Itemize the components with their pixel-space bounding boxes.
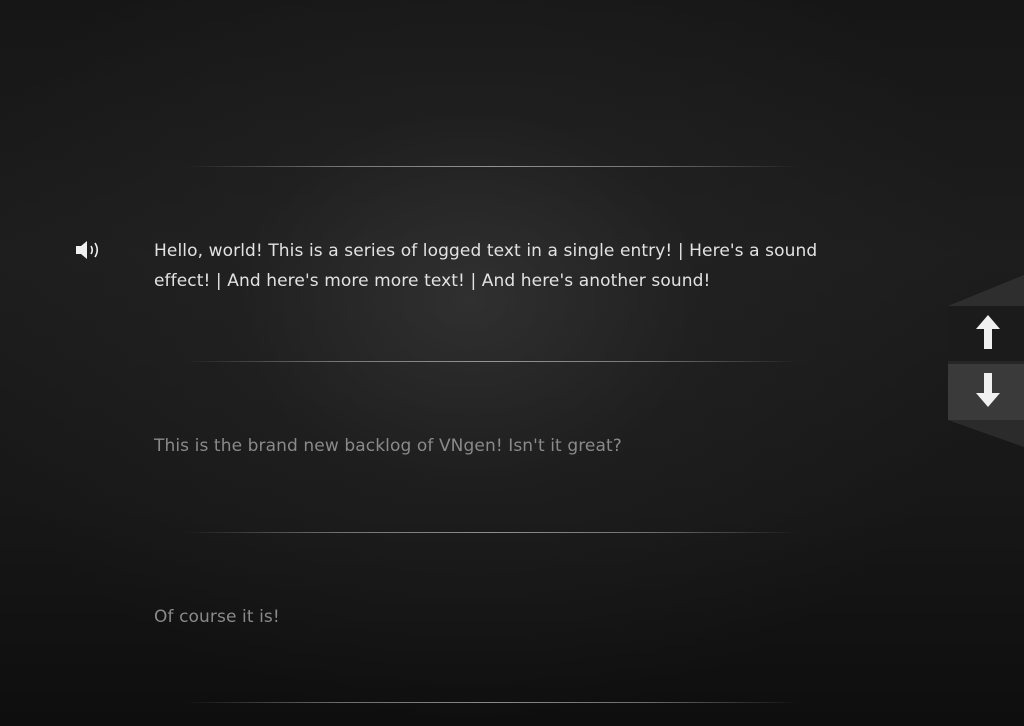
backlog-entry-text: Hello, world! This is a series of logged…	[154, 241, 818, 291]
backlog-entry-text: Of course it is!	[154, 607, 280, 627]
backlog-entry-text: This is the brand new backlog of VNgen! …	[154, 436, 622, 456]
speaker-icon[interactable]	[74, 239, 104, 261]
arrow-up-icon	[976, 315, 1000, 349]
entry-divider	[185, 702, 800, 703]
scroll-up-button[interactable]	[948, 306, 1024, 358]
entry-divider	[185, 532, 800, 533]
backlog-screen: Hello, world! This is a series of logged…	[0, 0, 1024, 726]
entry-divider	[185, 361, 800, 362]
scroll-panel	[948, 275, 1024, 447]
entry-divider	[185, 166, 800, 167]
scroll-down-button[interactable]	[948, 364, 1024, 416]
arrow-down-icon	[976, 373, 1000, 407]
